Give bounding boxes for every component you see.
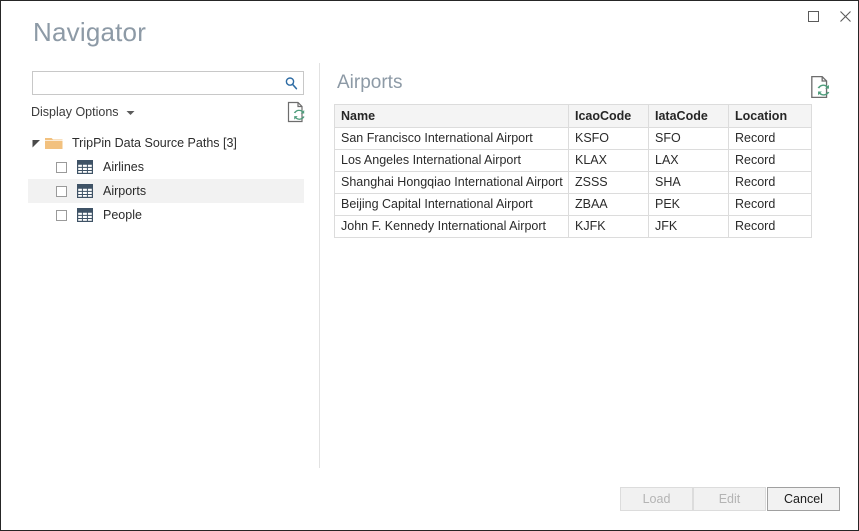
cell-icaocode: ZBAA — [568, 193, 649, 216]
table-row[interactable]: Shanghai Hongqiao International Airport … — [334, 171, 812, 194]
cell-name: Shanghai Hongqiao International Airport — [334, 171, 569, 194]
search-icon[interactable] — [279, 72, 303, 94]
tree-item-label: Airports — [103, 184, 147, 198]
close-button[interactable] — [826, 1, 858, 31]
cell-location: Record — [728, 193, 812, 216]
preview-table-container: Name IcaoCode IataCode Location San Fran… — [334, 104, 812, 238]
refresh-preview-icon-right[interactable] — [809, 75, 831, 99]
folder-icon — [44, 135, 64, 151]
dialog-footer: Load Edit Cancel — [1, 468, 858, 530]
cell-icaocode: KLAX — [568, 149, 649, 172]
column-header-name[interactable]: Name — [334, 104, 569, 128]
cell-location: Record — [728, 171, 812, 194]
cancel-button[interactable]: Cancel — [767, 487, 840, 511]
cell-location: Record — [728, 149, 812, 172]
preview-pane: Airports Name IcaoCode IataCode Location… — [320, 57, 858, 530]
expander-expanded-icon[interactable] — [28, 135, 44, 151]
cell-name: John F. Kennedy International Airport — [334, 215, 569, 238]
tree-item-airports[interactable]: Airports — [28, 179, 304, 203]
navigation-tree: TripPin Data Source Paths [3] Airlines A… — [1, 131, 319, 227]
display-options-dropdown[interactable]: Display Options — [31, 103, 135, 121]
left-pane: Display Options TripPin Data Source Path… — [1, 57, 319, 530]
page-title: Navigator — [33, 17, 147, 47]
column-header-iatacode[interactable]: IataCode — [648, 104, 729, 128]
cell-iatacode: PEK — [648, 193, 729, 216]
maximize-icon — [807, 10, 820, 23]
cell-icaocode: ZSSS — [568, 171, 649, 194]
close-icon — [839, 10, 852, 23]
load-button[interactable]: Load — [620, 487, 693, 511]
tree-item-checkbox[interactable] — [56, 209, 67, 221]
column-header-location[interactable]: Location — [728, 104, 812, 128]
table-icon — [77, 160, 94, 175]
tree-root-label: TripPin Data Source Paths [3] — [72, 136, 237, 150]
refresh-preview-icon-left[interactable] — [286, 101, 306, 123]
table-row[interactable]: Beijing Capital International Airport ZB… — [334, 193, 812, 216]
edit-button[interactable]: Edit — [693, 487, 766, 511]
cell-iatacode: SFO — [648, 127, 729, 150]
table-header-row: Name IcaoCode IataCode Location — [334, 104, 812, 128]
tree-item-airlines[interactable]: Airlines — [28, 155, 304, 179]
tree-item-label: Airlines — [103, 160, 144, 174]
column-header-icaocode[interactable]: IcaoCode — [568, 104, 649, 128]
preview-title: Airports — [337, 72, 403, 93]
tree-root-item[interactable]: TripPin Data Source Paths [3] — [28, 131, 304, 155]
search-input[interactable] — [33, 72, 279, 94]
cell-location: Record — [728, 127, 812, 150]
navigator-dialog: Navigator Display Options TripPin Data S… — [0, 0, 859, 531]
cell-name: Los Angeles International Airport — [334, 149, 569, 172]
table-row[interactable]: San Francisco International Airport KSFO… — [334, 127, 812, 150]
title-bar: Navigator — [1, 1, 858, 57]
table-row[interactable]: John F. Kennedy International Airport KJ… — [334, 215, 812, 238]
table-row[interactable]: Los Angeles International Airport KLAX L… — [334, 149, 812, 172]
display-options-label: Display Options — [31, 105, 119, 119]
search-box[interactable] — [32, 71, 304, 95]
cell-iatacode: LAX — [648, 149, 729, 172]
tree-item-people[interactable]: People — [28, 203, 304, 227]
cell-iatacode: SHA — [648, 171, 729, 194]
tree-item-checkbox[interactable] — [56, 161, 67, 173]
tree-item-checkbox[interactable] — [56, 185, 67, 197]
cell-iatacode: JFK — [648, 215, 729, 238]
preview-table: Name IcaoCode IataCode Location San Fran… — [334, 104, 812, 238]
tree-item-label: People — [103, 208, 142, 222]
cell-name: Beijing Capital International Airport — [334, 193, 569, 216]
cell-icaocode: KJFK — [568, 215, 649, 238]
cell-name: San Francisco International Airport — [334, 127, 569, 150]
table-icon — [77, 184, 94, 199]
table-icon — [77, 208, 94, 223]
cell-icaocode: KSFO — [568, 127, 649, 150]
cell-location: Record — [728, 215, 812, 238]
chevron-down-icon — [126, 103, 135, 121]
